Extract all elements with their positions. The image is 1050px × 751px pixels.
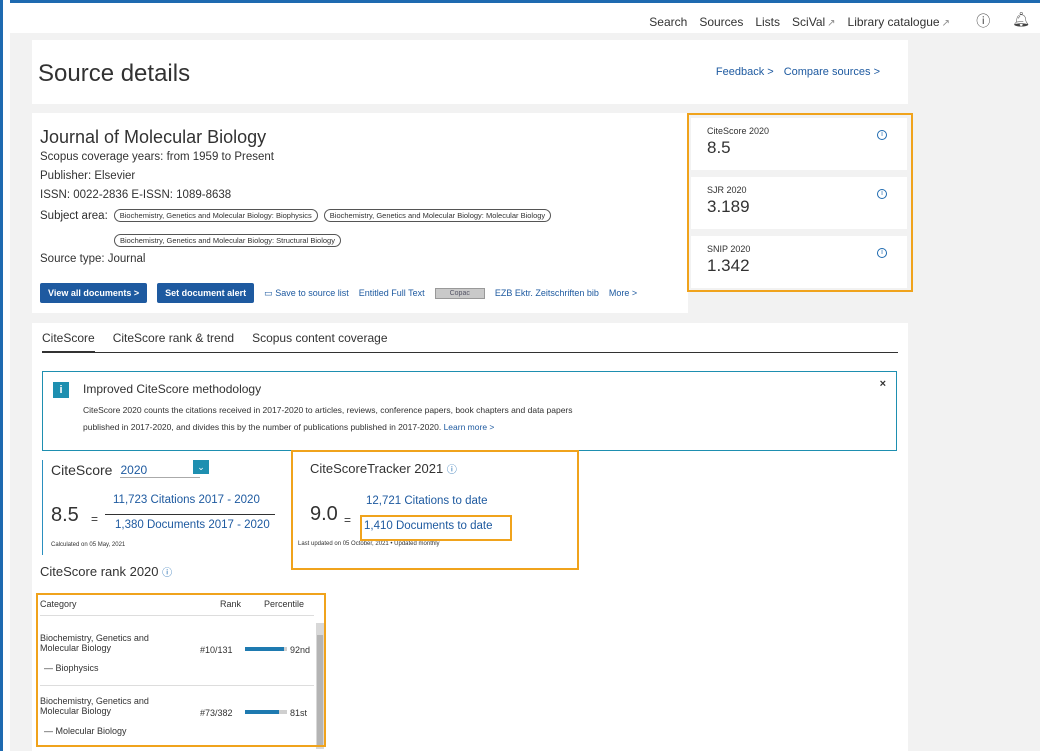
citescore-block: CiteScore 2020 ⌄ 8.5 = 11,723 Citations … — [42, 460, 282, 555]
citescore-citations-link[interactable]: 11,723 Citations 2017 - 2020 — [113, 494, 260, 506]
save-to-source-list-link[interactable]: ▭ Save to source list — [264, 288, 349, 299]
external-link-icon: ↗ — [941, 18, 950, 29]
feedback-label: Feedback — [715, 66, 765, 78]
coverage-years: Scopus coverage years: from 1959 to Pres… — [40, 151, 274, 163]
compare-sources-label: Compare sources — [783, 66, 871, 78]
view-all-documents-button[interactable]: View all documents > — [40, 283, 148, 303]
rank-title-text: CiteScore rank 2020 — [40, 564, 159, 579]
subject-area-label: Subject area: — [40, 209, 108, 222]
citescore-value: 8.5 — [51, 504, 79, 526]
tab-citescore[interactable]: CiteScore — [42, 331, 95, 353]
tab-citescore-rank-trend[interactable]: CiteScore rank & trend — [113, 331, 234, 352]
notice-body: CiteScore 2020 counts the citations rece… — [83, 405, 573, 432]
tab-scopus-content-coverage[interactable]: Scopus content coverage — [252, 331, 387, 352]
save-label: Save to source list — [275, 287, 349, 298]
nav-scival-label: SciVal — [792, 15, 826, 29]
action-bar: View all documents > Set document alert … — [40, 283, 637, 303]
nav-library-catalogue[interactable]: Library catalogue ↗ — [848, 15, 950, 29]
ezb-link[interactable]: EZB Ektr. Zeitschriften bib — [495, 288, 599, 298]
subject-area-row: Subject area: Biochemistry, Genetics and… — [40, 209, 552, 222]
external-link-icon: ↗ — [827, 18, 836, 29]
nav-library-catalogue-label: Library catalogue — [847, 15, 940, 29]
bell-icon[interactable]: 🔔︎ — [1012, 11, 1030, 31]
citescore-title: CiteScore — [51, 462, 113, 478]
fraction-line — [105, 514, 275, 515]
info-icon: i — [53, 382, 69, 398]
subject-chip-biophysics[interactable]: Biochemistry, Genetics and Molecular Bio… — [113, 209, 318, 222]
methodology-notice: i Improved CiteScore methodology CiteSco… — [42, 371, 897, 451]
more-link[interactable]: More > — [609, 288, 637, 298]
source-type: Source type: Journal — [40, 253, 146, 265]
chevron-down-icon[interactable]: ⌄ — [193, 460, 209, 474]
entitled-full-text-link[interactable]: Entitled Full Text — [359, 288, 425, 298]
nav-search[interactable]: Search — [649, 15, 687, 29]
top-icons: ⓘ 🔔︎ — [976, 11, 1030, 31]
highlight-documents-to-date — [360, 515, 512, 541]
subject-chip-structural-biology[interactable]: Biochemistry, Genetics and Molecular Bio… — [114, 234, 341, 247]
page-title: Source details — [38, 60, 191, 87]
equals-sign: = — [91, 512, 99, 526]
notice-title: Improved CiteScore methodology — [83, 382, 262, 396]
top-navigation-bar: Search Sources Lists SciVal ↗ Library cat… — [10, 3, 1040, 33]
highlight-rank-table — [36, 593, 326, 747]
set-document-alert-button[interactable]: Set document alert — [157, 283, 255, 303]
publisher: Publisher: Elsevier — [40, 170, 136, 182]
right-gutter — [1040, 0, 1050, 751]
tab-bar: CiteScore CiteScore rank & trend Scopus … — [42, 331, 898, 353]
subject-chip-molecular-biology[interactable]: Biochemistry, Genetics and Molecular Bio… — [323, 209, 552, 222]
year-select[interactable]: 2020 — [120, 463, 201, 478]
save-icon: ▭ — [264, 287, 273, 298]
compare-sources-link[interactable]: Compare sources > — [784, 66, 880, 78]
copac-button[interactable]: Copac — [434, 287, 485, 299]
journal-title: Journal of Molecular Biology — [40, 127, 267, 147]
top-nav-links: Search Sources Lists SciVal ↗ Library cat… — [649, 15, 950, 29]
rank-title: CiteScore rank 2020 ⓘ — [40, 564, 172, 579]
info-icon[interactable]: ⓘ — [162, 568, 172, 579]
learn-more-link[interactable]: Learn more > — [444, 422, 495, 432]
notice-text: CiteScore 2020 counts the citations rece… — [83, 402, 603, 436]
citescore-documents-link[interactable]: 1,380 Documents 2017 - 2020 — [115, 519, 270, 531]
close-icon[interactable]: × — [880, 378, 886, 390]
highlight-metrics — [687, 113, 913, 292]
page-header: Source details Feedback > Compare source… — [32, 40, 908, 104]
nav-scival[interactable]: SciVal ↗ — [792, 15, 836, 29]
header-links: Feedback > Compare sources > — [716, 66, 880, 78]
calculated-note: Calculated on 05 May, 2021 — [51, 542, 126, 548]
highlight-tracker — [291, 450, 579, 570]
feedback-link[interactable]: Feedback > — [716, 66, 774, 78]
window-left-border — [0, 0, 10, 751]
citescore-header: CiteScore 2020 — [51, 462, 201, 478]
nav-lists[interactable]: Lists — [755, 15, 780, 29]
nav-sources[interactable]: Sources — [699, 15, 743, 29]
journal-info-card: Journal of Molecular Biology Scopus cove… — [32, 113, 688, 313]
issn: ISSN: 0022-2836 E-ISSN: 1089-8638 — [40, 189, 232, 201]
help-icon[interactable]: ⓘ — [976, 11, 990, 31]
